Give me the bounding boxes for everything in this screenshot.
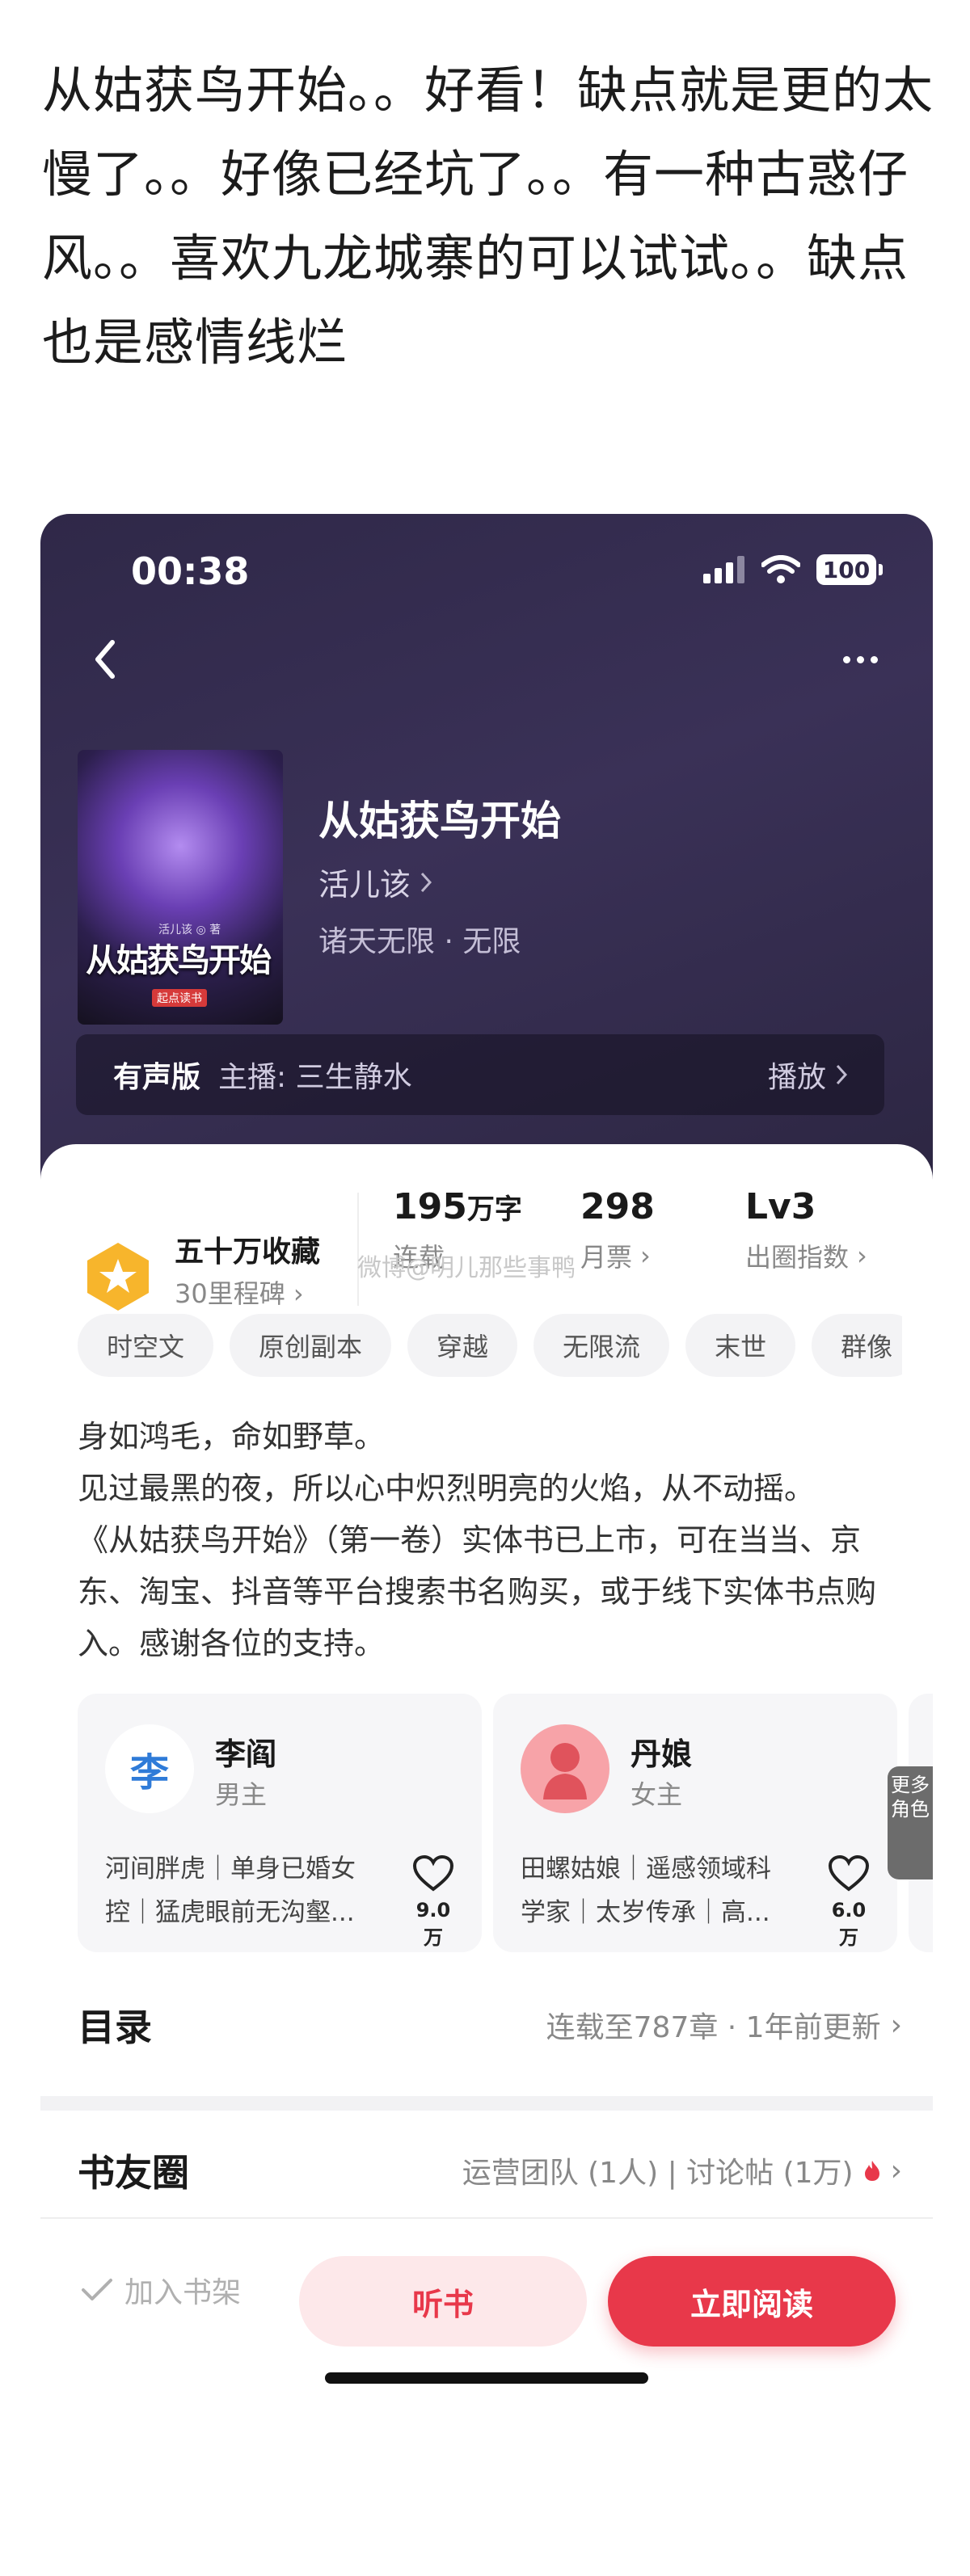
listen-button[interactable]: 听书 [299,2256,587,2347]
more-dot-icon [842,655,850,663]
tag-chip[interactable]: 无限流 [534,1314,670,1377]
post-text: 从姑获鸟开始。。好看！缺点就是更的太慢了。。好像已经坑了。。有一种古惑仔风。。喜… [42,61,934,372]
status-icons: 100 [703,554,883,585]
character-name: 李阎 [215,1736,277,1772]
bottom-action-bar: 加入书架 听书 立即阅读 [40,2227,933,2372]
favorites-title: 五十万收藏 [175,1235,321,1269]
avatar-silhouette-icon [543,1743,587,1799]
book-description[interactable]: 身如鸿毛，命如野草。 见过最黑的夜，所以心中炽烈明亮的火焰，从不动摇。 《从姑获… [78,1411,902,1669]
stat-monthly-votes[interactable]: 298 月票 › [580,1186,655,1274]
like-button[interactable]: 9.0万 [409,1854,458,1950]
chevron-right-icon: › [890,2008,902,2042]
chevron-right-icon [420,872,432,892]
chevron-right-icon [836,1064,847,1085]
audio-play-button[interactable]: 播放 [768,1054,847,1096]
more-button[interactable] [828,635,892,684]
book-title: 从姑获鸟开始 [318,798,561,844]
signal-icon [703,556,744,583]
toc-title: 目录 [78,2006,152,2049]
favorites-milestone[interactable]: 30里程碑 › [175,1273,304,1311]
character-name: 丹娘 [630,1736,693,1772]
battery-icon: 100 [816,554,883,585]
section-divider [40,2096,933,2111]
character-list: 李 李阎 男主 河间胖虎｜单身已婚女控｜猛虎眼前无沟壑... 9.0万 丹娘 女… [78,1694,933,1952]
tag-chip[interactable]: 末世 [685,1314,796,1377]
audio-play-label: 播放 [767,1061,826,1094]
character-card[interactable]: 李 李阎 男主 河间胖虎｜单身已婚女控｜猛虎眼前无沟壑... 9.0万 [78,1694,482,1952]
stat-influence[interactable]: Lv3 出圈指数 › [745,1186,867,1274]
character-desc: 河间胖虎｜单身已婚女控｜猛虎眼前无沟壑... [105,1854,356,1927]
audio-host: 主播: 三生静水 [218,1061,412,1094]
add-to-shelf-button[interactable]: 加入书架 [81,2269,241,2311]
reader-club-row[interactable]: 书友圈 运营团队 (1人) | 讨论帖 (1万) › [78,2130,902,2211]
heart-icon [828,1854,870,1892]
book-genre: 诸天无限 · 无限 [318,925,521,958]
club-title: 书友圈 [78,2151,189,2195]
chevron-left-icon [95,640,115,679]
divider [40,2217,933,2219]
chevron-right-icon: › [857,1240,867,1271]
character-desc: 田螺姑娘｜遥感领域科学家｜太岁传承｜高... [521,1854,771,1927]
character-avatar: 李 [105,1724,194,1813]
more-dot-icon [856,655,864,663]
heart-icon [412,1854,454,1892]
wifi-icon [761,555,800,583]
character-role: 男主 [215,1779,268,1810]
club-info: 运营团队 (1人) | 讨论帖 (1万) › [462,2153,902,2191]
tag-chip[interactable]: 原创副本 [230,1314,392,1377]
audio-tag: 有声版 [113,1061,201,1094]
home-indicator [325,2372,648,2384]
like-button[interactable]: 6.0万 [824,1854,873,1950]
watermark: 微博@明儿那些事鸭 [357,1254,576,1282]
toc-info: 连载至787章 · 1年前更新 › [546,2008,902,2045]
tag-chip[interactable]: 群像 [812,1314,902,1377]
book-cover[interactable]: 活儿该 ◎ 著 从姑获鸟开始 起点读书 [78,750,283,1025]
more-dot-icon [870,655,878,663]
book-author-link[interactable]: 活儿该 [318,860,432,904]
status-time: 00:38 [131,549,250,593]
medal-icon [87,1243,149,1311]
chevron-right-icon: › [890,2153,902,2187]
fire-icon [864,2161,879,2181]
book-detail-sheet: 五十万收藏 30里程碑 › 195万字 连载 298 月票 › Lv3 出圈指数 ›… [40,1144,933,2437]
book-header: 00:38 100 活儿该 ◎ 著 从姑获鸟开始 起点读书 从姑获鸟开始 活儿该… [40,514,933,1241]
back-button[interactable] [81,635,129,684]
read-now-button[interactable]: 立即阅读 [608,2256,896,2347]
cover-publisher: 起点读书 [152,989,207,1007]
character-avatar [521,1724,609,1813]
more-characters-button[interactable]: 更多角色 [888,1766,933,1879]
app-screenshot: 00:38 100 活儿该 ◎ 著 从姑获鸟开始 起点读书 从姑获鸟开始 活儿该… [40,514,933,2437]
character-role: 女主 [630,1779,683,1810]
cover-title: 从姑获鸟开始 [86,942,272,979]
chevron-right-icon: › [640,1240,651,1271]
tag-chip[interactable]: 时空文 [78,1314,214,1377]
audio-version-bar[interactable]: 有声版 主播: 三生静水 播放 [76,1034,884,1115]
tag-list: 时空文 原创副本 穿越 无限流 末世 群像 [78,1314,902,1378]
check-icon [82,2279,112,2300]
author-name: 活儿该 [318,867,411,903]
tag-chip[interactable]: 穿越 [407,1314,518,1377]
character-card[interactable]: 丹娘 女主 田螺姑娘｜遥感领域科学家｜太岁传承｜高... 6.0万 [493,1694,897,1952]
table-of-contents-row[interactable]: 目录 连载至787章 · 1年前更新 › [78,1985,902,2065]
chevron-right-icon: › [293,1278,304,1309]
